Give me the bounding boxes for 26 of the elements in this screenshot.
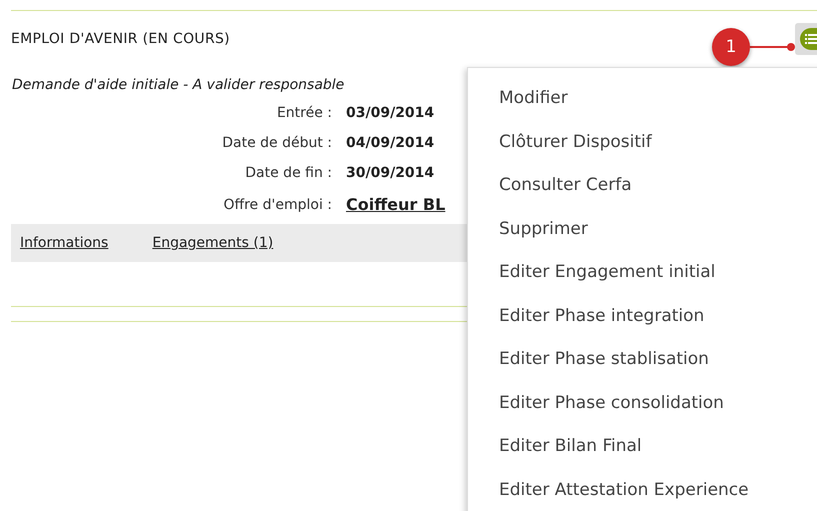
menu-item[interactable]: Editer Phase consolidation (468, 390, 817, 434)
field-label: Offre d'emploi : (222, 196, 332, 212)
menu-item[interactable]: Editer Phase integration (468, 304, 817, 347)
menu-item[interactable]: Modifier (468, 86, 817, 130)
list-icon (800, 28, 817, 50)
callout-badge: 1 (712, 28, 750, 66)
menu-item[interactable]: Editer Attestation Experience (468, 478, 817, 511)
field-label: Date de fin : (244, 165, 332, 181)
menu-button[interactable] (795, 23, 817, 55)
field-label: Date de début : (221, 135, 332, 151)
section-title: EMPLOI D'AVENIR (EN COURS) (11, 31, 230, 47)
menu-item[interactable]: Editer Engagement initial (468, 260, 817, 304)
menu-item[interactable]: Consulter Cerfa (468, 173, 817, 216)
menu-item[interactable]: Supprimer (468, 216, 817, 260)
job-offer-link[interactable]: Coiffeur BL (346, 195, 446, 214)
menu-item[interactable]: Clôturer Dispositif (468, 130, 817, 173)
menu-item[interactable]: Editer Phase stablisation (468, 347, 817, 390)
field-value: 30/09/2014 (346, 165, 434, 181)
menu-item[interactable]: Editer Bilan Final (468, 434, 817, 478)
field-value: 03/09/2014 (346, 105, 434, 121)
status-text: Demande d'aide initiale - A valider responsable (11, 76, 346, 95)
tab-link[interactable]: Informations (20, 235, 108, 251)
field-value: 04/09/2014 (346, 135, 434, 151)
leader-line (750, 43, 795, 51)
field-label: Entrée : (276, 105, 332, 121)
tab-link[interactable]: Engagements (1) (152, 235, 274, 251)
